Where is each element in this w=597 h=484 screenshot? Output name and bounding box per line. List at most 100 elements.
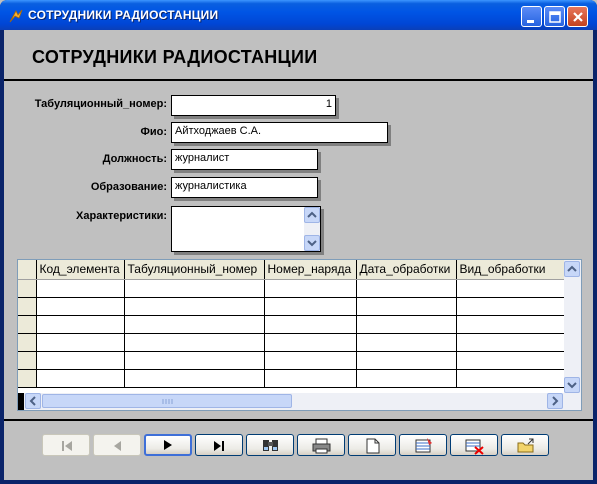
- table-cell[interactable]: [456, 315, 565, 334]
- table-cell[interactable]: [264, 351, 357, 370]
- table-row[interactable]: [18, 351, 565, 370]
- grid-scroll-down-button[interactable]: [564, 377, 580, 393]
- subform-table: Код_элемента Табуляционный_номер Номер_н…: [18, 260, 565, 388]
- table-cell[interactable]: [456, 279, 565, 298]
- position-field[interactable]: журналист: [171, 149, 318, 170]
- table-row[interactable]: [18, 369, 565, 388]
- table-row[interactable]: [18, 315, 565, 334]
- column-header[interactable]: Табуляционный_номер: [124, 260, 265, 280]
- app-window: СОТРУДНИКИ РАДИОСТАНЦИИ СОТРУДНИКИ РАДИО…: [0, 0, 597, 484]
- fio-field[interactable]: Айтходжаев С.А.: [171, 122, 388, 143]
- select-all-cell[interactable]: [18, 260, 37, 280]
- table-cell[interactable]: [356, 279, 457, 298]
- table-cell[interactable]: [456, 369, 565, 388]
- form-header: СОТРУДНИКИ РАДИОСТАНЦИИ: [4, 30, 593, 81]
- chevron-right-icon: [552, 396, 559, 406]
- table-cell[interactable]: [36, 351, 125, 370]
- characteristics-scrollbar[interactable]: [304, 207, 320, 251]
- table-cell[interactable]: [36, 315, 125, 334]
- save-record-button[interactable]: [399, 434, 447, 456]
- close-form-button[interactable]: [501, 434, 549, 456]
- table-row[interactable]: [18, 297, 565, 316]
- table-cell[interactable]: [356, 351, 457, 370]
- table-cell[interactable]: [124, 351, 265, 370]
- grid-vertical-scrollbar[interactable]: [564, 260, 581, 393]
- table-cell[interactable]: [264, 297, 357, 316]
- grid-scroll-right-button[interactable]: [547, 393, 563, 409]
- row-selector[interactable]: [18, 315, 37, 334]
- scroll-down-button[interactable]: [304, 235, 320, 251]
- table-cell[interactable]: [124, 297, 265, 316]
- table-cell[interactable]: [36, 369, 125, 388]
- table-cell[interactable]: [124, 279, 265, 298]
- education-label: Образование:: [90, 181, 167, 193]
- table-cell[interactable]: [356, 369, 457, 388]
- row-selector[interactable]: [18, 333, 37, 352]
- delete-record-button[interactable]: [450, 434, 498, 456]
- table-cell[interactable]: [36, 333, 125, 352]
- delete-record-icon: [465, 439, 484, 455]
- grid-scroll-up-button[interactable]: [564, 261, 580, 277]
- column-header[interactable]: Код_элемента: [36, 260, 125, 280]
- tab-number-field[interactable]: 1: [171, 95, 336, 116]
- close-button[interactable]: [567, 6, 588, 27]
- table-cell[interactable]: [264, 369, 357, 388]
- scroll-up-button[interactable]: [304, 207, 320, 223]
- subform-grid[interactable]: Код_элемента Табуляционный_номер Номер_н…: [17, 259, 582, 411]
- table-row[interactable]: [18, 279, 565, 298]
- title-bar[interactable]: СОТРУДНИКИ РАДИОСТАНЦИИ: [0, 0, 597, 30]
- column-header[interactable]: Дата_обработки: [356, 260, 457, 280]
- table-cell[interactable]: [264, 315, 357, 334]
- table-cell[interactable]: [356, 315, 457, 334]
- new-document-icon: [366, 438, 380, 454]
- form-client-area: СОТРУДНИКИ РАДИОСТАНЦИИ Табуляционный_но…: [4, 30, 593, 480]
- table-cell[interactable]: [456, 333, 565, 352]
- row-selector[interactable]: [18, 351, 37, 370]
- column-header[interactable]: Вид_обработки: [456, 260, 565, 280]
- grid-scroll-thumb[interactable]: [42, 394, 292, 408]
- minimize-icon: [527, 20, 534, 23]
- next-record-icon: [164, 440, 172, 450]
- chevron-left-icon: [29, 396, 36, 406]
- first-record-button[interactable]: [42, 434, 90, 456]
- table-cell[interactable]: [36, 279, 125, 298]
- last-record-icon: [214, 441, 224, 451]
- table-cell[interactable]: [124, 333, 265, 352]
- previous-record-button[interactable]: [93, 434, 141, 456]
- window-title: СОТРУДНИКИ РАДИОСТАНЦИИ: [28, 8, 219, 22]
- table-cell[interactable]: [356, 297, 457, 316]
- fio-label: Фио:: [140, 126, 167, 138]
- table-cell[interactable]: [124, 369, 265, 388]
- column-header[interactable]: Номер_наряда: [264, 260, 357, 280]
- form-icon: [9, 9, 23, 23]
- last-record-button[interactable]: [195, 434, 243, 456]
- row-selector[interactable]: [18, 279, 37, 298]
- grid-scroll-left-button[interactable]: [25, 393, 41, 409]
- grip-icon: [162, 399, 173, 404]
- table-cell[interactable]: [456, 351, 565, 370]
- save-record-icon: [415, 438, 432, 453]
- characteristics-field[interactable]: [171, 206, 321, 252]
- new-record-button[interactable]: [348, 434, 396, 456]
- chevron-up-icon: [307, 211, 317, 218]
- table-cell[interactable]: [124, 315, 265, 334]
- table-cell[interactable]: [36, 297, 125, 316]
- table-cell[interactable]: [264, 333, 357, 352]
- table-cell[interactable]: [356, 333, 457, 352]
- minimize-button[interactable]: [521, 6, 542, 27]
- table-cell[interactable]: [456, 297, 565, 316]
- binoculars-icon: [263, 440, 278, 451]
- row-selector[interactable]: [18, 369, 37, 388]
- education-field[interactable]: журналистика: [171, 177, 318, 198]
- print-button[interactable]: [297, 434, 345, 456]
- find-record-button[interactable]: [246, 434, 294, 456]
- record-marker: [18, 393, 24, 410]
- characteristics-label: Характеристики:: [76, 210, 167, 222]
- footer-divider: [4, 419, 593, 421]
- maximize-button[interactable]: [544, 6, 565, 27]
- grid-horizontal-scrollbar[interactable]: [18, 393, 581, 410]
- row-selector[interactable]: [18, 297, 37, 316]
- table-row[interactable]: [18, 333, 565, 352]
- next-record-button[interactable]: [144, 434, 192, 456]
- table-cell[interactable]: [264, 279, 357, 298]
